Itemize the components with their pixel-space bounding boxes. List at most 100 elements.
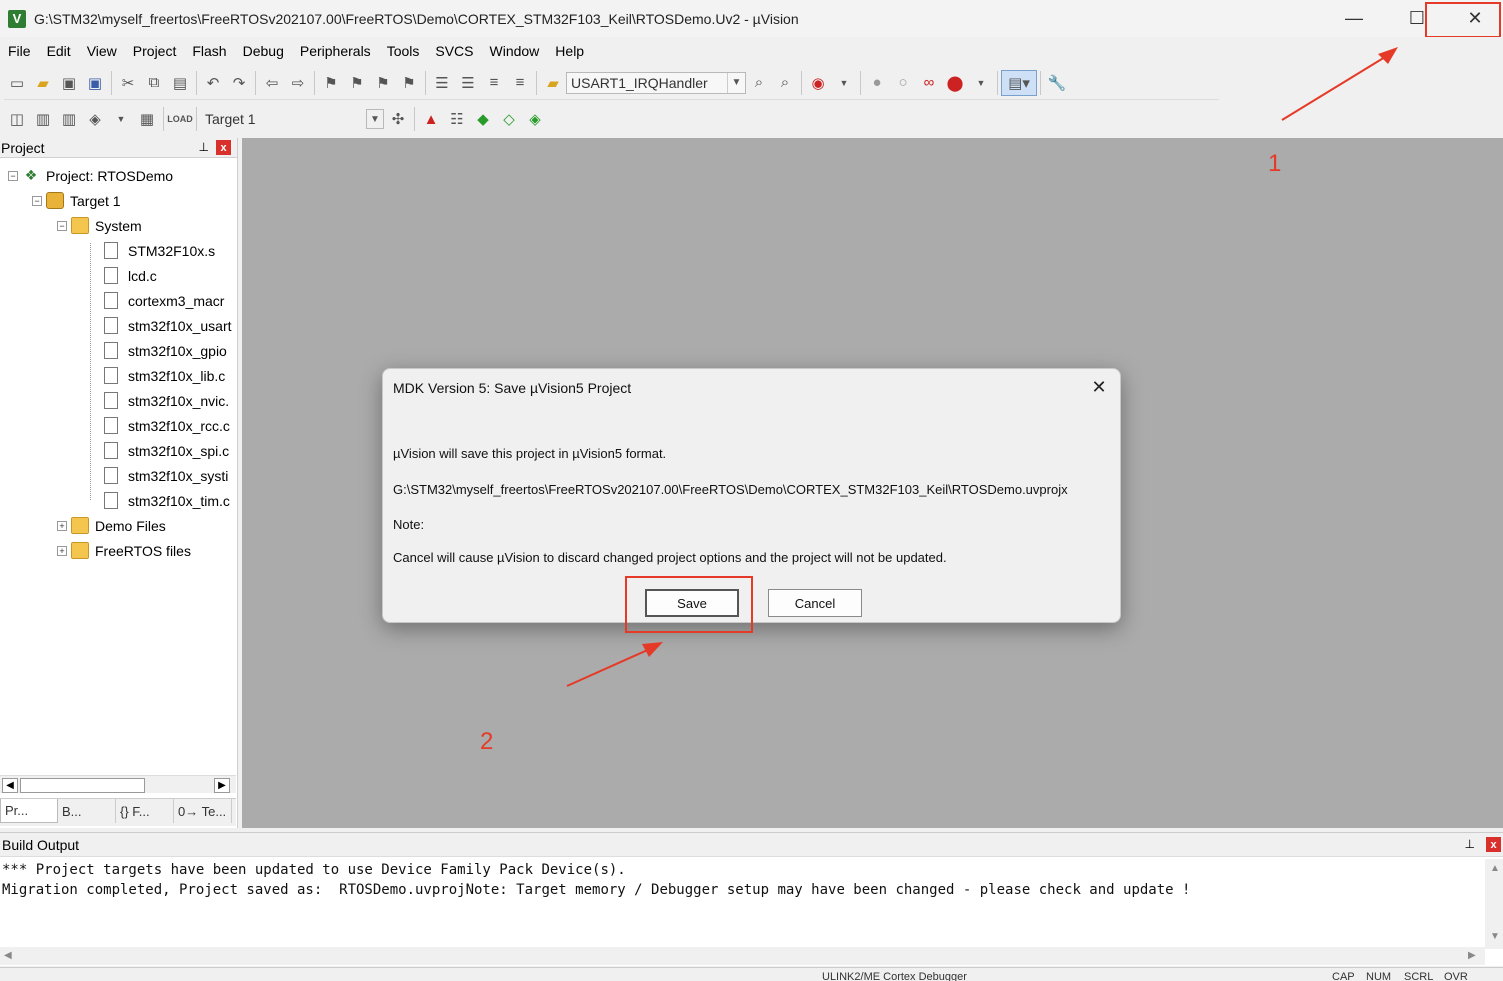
- tree-item-file[interactable]: stm32f10x_usart: [104, 313, 232, 338]
- dialog-close-button[interactable]: ✕: [1088, 376, 1110, 398]
- bookmark-next-icon[interactable]: ⚑: [370, 70, 396, 96]
- tree-item-project[interactable]: − ❖ Project: RTOSDemo: [8, 163, 173, 188]
- chevron-down-icon[interactable]: ▼: [108, 106, 134, 132]
- tree-item-file[interactable]: stm32f10x_gpio: [104, 338, 227, 363]
- horizontal-scrollbar[interactable]: ◀ ▶: [0, 947, 1485, 965]
- menu-flash[interactable]: Flash: [184, 37, 234, 65]
- scrollbar-thumb[interactable]: [20, 778, 145, 793]
- manage-components-icon[interactable]: ▲: [418, 106, 444, 132]
- menu-project[interactable]: Project: [125, 37, 185, 65]
- cut-icon[interactable]: ✂: [115, 70, 141, 96]
- chevron-down-icon[interactable]: ▼: [968, 70, 994, 96]
- collapse-icon[interactable]: −: [8, 170, 18, 181]
- save-all-icon[interactable]: ▣: [82, 70, 108, 96]
- tab-project[interactable]: Pr...: [0, 799, 58, 823]
- undo-icon[interactable]: ↶: [200, 70, 226, 96]
- bookmark-clear-icon[interactable]: ⚑: [396, 70, 422, 96]
- indent-icon[interactable]: ☰: [429, 70, 455, 96]
- file-extensions-icon[interactable]: ☷: [444, 106, 470, 132]
- select-packs-icon[interactable]: ◇: [496, 106, 522, 132]
- incremental-find-icon[interactable]: ⌕: [772, 70, 798, 96]
- close-icon[interactable]: x: [216, 140, 231, 155]
- tree-item-file[interactable]: lcd.c: [104, 263, 157, 288]
- paste-icon[interactable]: ▤: [167, 70, 193, 96]
- scroll-left-icon[interactable]: ◀: [4, 950, 12, 961]
- close-icon[interactable]: x: [1486, 837, 1501, 852]
- menu-window[interactable]: Window: [482, 37, 548, 65]
- new-file-icon[interactable]: ▭: [4, 70, 30, 96]
- uncomment-icon[interactable]: ≡: [507, 70, 533, 96]
- menu-tools[interactable]: Tools: [379, 37, 428, 65]
- batch-build-icon[interactable]: ◈: [82, 106, 108, 132]
- redo-icon[interactable]: ↷: [226, 70, 252, 96]
- pack-installer-icon[interactable]: ◈: [522, 106, 548, 132]
- tree-item-file[interactable]: stm32f10x_systi: [104, 463, 228, 488]
- save-icon[interactable]: ▣: [56, 70, 82, 96]
- vertical-scrollbar[interactable]: ▲ ▼: [1485, 859, 1503, 949]
- tree-item-file[interactable]: STM32F10x.s: [104, 238, 215, 263]
- rebuild-icon[interactable]: ▥: [56, 106, 82, 132]
- collapse-icon[interactable]: −: [32, 195, 42, 206]
- nav-back-icon[interactable]: ⇦: [259, 70, 285, 96]
- expand-icon[interactable]: +: [57, 520, 67, 531]
- pin-icon[interactable]: ⊥: [199, 140, 209, 154]
- enable-breakpoint-icon[interactable]: ○: [890, 70, 916, 96]
- tree-item-file[interactable]: stm32f10x_nvic.: [104, 388, 229, 413]
- download-load-icon[interactable]: LOAD: [167, 106, 193, 132]
- tree-item-target[interactable]: − Target 1: [32, 188, 121, 213]
- scroll-right-icon[interactable]: ▶: [1468, 950, 1476, 961]
- scroll-up-icon[interactable]: ▲: [1490, 863, 1500, 874]
- scroll-down-icon[interactable]: ▼: [1490, 931, 1500, 942]
- comment-icon[interactable]: ≡: [481, 70, 507, 96]
- nav-forward-icon[interactable]: ⇨: [285, 70, 311, 96]
- open-folder-icon[interactable]: ▰: [30, 70, 56, 96]
- copy-icon[interactable]: ⧉: [141, 70, 167, 96]
- tree-item-file[interactable]: stm32f10x_tim.c: [104, 488, 230, 513]
- tree-item-group-system[interactable]: − System: [57, 213, 142, 238]
- bookmark-prev-icon[interactable]: ⚑: [344, 70, 370, 96]
- tab-books[interactable]: B...: [58, 799, 116, 823]
- target-options-icon[interactable]: ✣: [385, 106, 411, 132]
- insert-breakpoint-icon[interactable]: ●: [864, 70, 890, 96]
- menu-svcs[interactable]: SVCS: [427, 37, 481, 65]
- menu-view[interactable]: View: [79, 37, 125, 65]
- find-in-files-icon[interactable]: ▰: [540, 70, 566, 96]
- pin-icon[interactable]: ⊥: [1465, 837, 1475, 851]
- tree-item-file[interactable]: stm32f10x_rcc.c: [104, 413, 230, 438]
- build-icon[interactable]: ▥: [30, 106, 56, 132]
- scroll-right-icon[interactable]: ▶: [214, 778, 230, 793]
- menu-debug[interactable]: Debug: [235, 37, 292, 65]
- menu-help[interactable]: Help: [547, 37, 592, 65]
- collapse-icon[interactable]: −: [57, 220, 67, 231]
- tab-templates[interactable]: 0→ Te...: [174, 799, 232, 823]
- chevron-down-icon[interactable]: ▼: [727, 72, 745, 93]
- menu-edit[interactable]: Edit: [39, 37, 79, 65]
- bookmark-icon[interactable]: ⚑: [318, 70, 344, 96]
- chevron-down-icon[interactable]: ▼: [366, 109, 384, 129]
- tree-item-group-demo-files[interactable]: + Demo Files: [57, 513, 166, 538]
- menu-peripherals[interactable]: Peripherals: [292, 37, 379, 65]
- stop-build-icon[interactable]: ▦: [134, 106, 160, 132]
- cancel-button[interactable]: Cancel: [768, 589, 862, 617]
- chevron-down-icon[interactable]: ▼: [831, 70, 857, 96]
- tree-item-file[interactable]: stm32f10x_spi.c: [104, 438, 229, 463]
- debug-session-icon[interactable]: ◉: [805, 70, 831, 96]
- target-select[interactable]: Target 1 ▼: [200, 108, 385, 130]
- tree-item-file[interactable]: stm32f10x_lib.c: [104, 363, 225, 388]
- minimize-button[interactable]: —: [1325, 0, 1383, 37]
- kill-breakpoints-icon[interactable]: ⬤: [942, 70, 968, 96]
- disable-breakpoints-icon[interactable]: ∞: [916, 70, 942, 96]
- horizontal-scrollbar[interactable]: ◀ ▶: [0, 775, 236, 793]
- window-layout-icon[interactable]: ▤▾: [1001, 69, 1037, 96]
- menu-file[interactable]: File: [0, 37, 39, 65]
- tab-functions[interactable]: {} F...: [116, 799, 174, 823]
- function-select[interactable]: USART1_IRQHandler ▼: [566, 71, 746, 94]
- translate-icon[interactable]: ◫: [4, 106, 30, 132]
- expand-icon[interactable]: +: [57, 545, 67, 556]
- tree-item-group-freertos-files[interactable]: + FreeRTOS files: [57, 538, 191, 563]
- unindent-icon[interactable]: ☰: [455, 70, 481, 96]
- run-time-environment-icon[interactable]: ◆: [470, 106, 496, 132]
- scroll-left-icon[interactable]: ◀: [2, 778, 18, 793]
- tree-item-file[interactable]: cortexm3_macr: [104, 288, 224, 313]
- configure-wrench-icon[interactable]: 🔧: [1044, 70, 1070, 96]
